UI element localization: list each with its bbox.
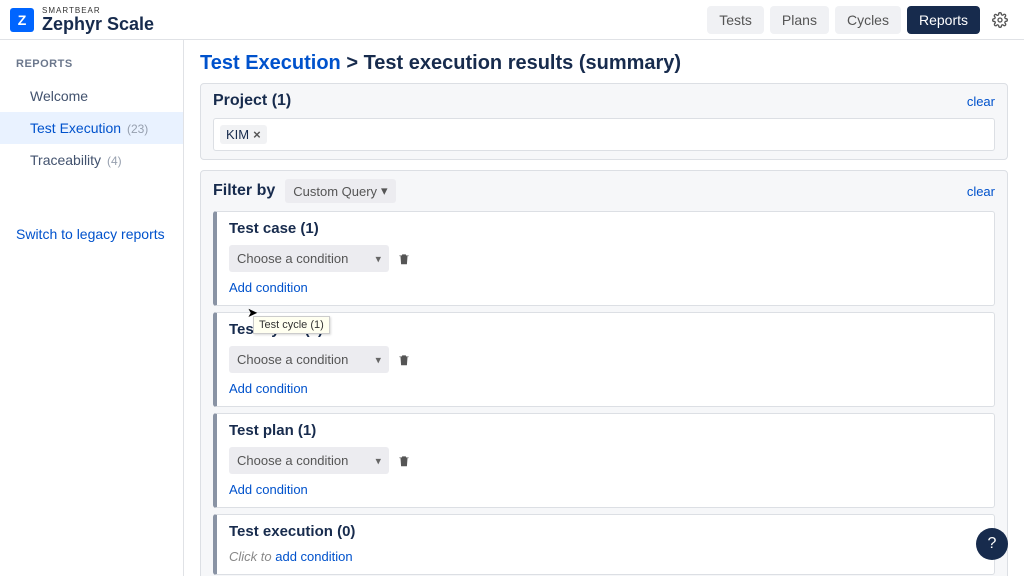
sidebar-item-label: Test Execution [30, 120, 121, 136]
add-condition-link[interactable]: add condition [275, 549, 352, 564]
delete-condition-button[interactable] [397, 353, 411, 367]
sidebar-title: REPORTS [0, 58, 183, 80]
gear-icon [992, 12, 1008, 28]
brand-logo-icon: Z [10, 8, 34, 32]
sidebar-item-count: (23) [127, 122, 148, 136]
breadcrumb: Test Execution > Test execution results … [200, 52, 1008, 75]
sidebar-item-label: Welcome [30, 88, 88, 104]
section-title: Test case (1) [229, 220, 982, 237]
condition-select[interactable]: Choose a condition [229, 447, 389, 474]
click-to-text: Click to [229, 549, 275, 564]
filter-section-test-case: Test case (1) Choose a condition [213, 211, 995, 306]
project-chip-input[interactable]: KIM × [213, 118, 995, 151]
project-clear-link[interactable]: clear [967, 94, 995, 109]
section-title: Test cycle (1) [229, 321, 982, 338]
breadcrumb-parent[interactable]: Test Execution [200, 52, 341, 74]
nav-reports[interactable]: Reports [907, 6, 980, 34]
cursor-icon: ➤ [247, 305, 258, 321]
filter-panel-title: Filter by [213, 182, 275, 200]
help-button[interactable]: ? [976, 528, 1008, 560]
add-condition-link[interactable]: Add condition [229, 280, 308, 295]
brand: Z SMARTBEAR Zephyr Scale [10, 7, 154, 33]
filter-mode-label: Custom Query [293, 184, 377, 199]
sidebar-item-count: (4) [107, 154, 122, 168]
tooltip: Test cycle (1) [253, 316, 330, 334]
breadcrumb-sep: > [341, 52, 364, 74]
chip-remove-icon[interactable]: × [253, 127, 261, 142]
delete-condition-button[interactable] [397, 252, 411, 266]
breadcrumb-current: Test execution results (summary) [364, 52, 682, 74]
section-title: Test plan (1) [229, 422, 982, 439]
project-chip: KIM × [220, 125, 267, 144]
help-icon: ? [988, 535, 997, 553]
settings-button[interactable] [986, 6, 1014, 34]
add-condition-link[interactable]: Add condition [229, 482, 308, 497]
main-content: Test Execution > Test execution results … [184, 40, 1024, 576]
filter-mode-select[interactable]: Custom Query ▾ [285, 179, 395, 203]
sidebar: REPORTS Welcome Test Execution (23) Trac… [0, 40, 184, 576]
chip-label: KIM [226, 127, 249, 142]
legacy-reports-link[interactable]: Switch to legacy reports [0, 216, 183, 252]
sidebar-item-label: Traceability [30, 152, 101, 168]
filter-section-test-cycle: Test cycle (1) ➤ Test cycle (1) Choose a… [213, 312, 995, 407]
trash-icon [397, 454, 411, 468]
nav-cycles[interactable]: Cycles [835, 6, 901, 34]
condition-select[interactable]: Choose a condition [229, 245, 389, 272]
filter-section-test-execution: Test execution (0) Click to add conditio… [213, 514, 995, 575]
add-condition-link[interactable]: Add condition [229, 381, 308, 396]
nav-plans[interactable]: Plans [770, 6, 829, 34]
project-panel-title: Project (1) [213, 92, 291, 110]
trash-icon [397, 353, 411, 367]
section-title: Test execution (0) [229, 523, 982, 540]
nav-tests[interactable]: Tests [707, 6, 764, 34]
delete-condition-button[interactable] [397, 454, 411, 468]
top-nav: Tests Plans Cycles Reports [707, 6, 1014, 34]
trash-icon [397, 252, 411, 266]
filter-panel: Filter by Custom Query ▾ clear Test case… [200, 170, 1008, 576]
condition-select[interactable]: Choose a condition [229, 346, 389, 373]
sidebar-item-welcome[interactable]: Welcome [0, 80, 183, 112]
top-bar: Z SMARTBEAR Zephyr Scale Tests Plans Cyc… [0, 0, 1024, 40]
project-panel: Project (1) clear KIM × [200, 83, 1008, 160]
brand-name: Zephyr Scale [42, 15, 154, 33]
chevron-down-icon: ▾ [381, 183, 388, 199]
sidebar-item-traceability[interactable]: Traceability (4) [0, 144, 183, 176]
filter-section-test-plan: Test plan (1) Choose a condition [213, 413, 995, 508]
sidebar-item-test-execution[interactable]: Test Execution (23) [0, 112, 183, 144]
filter-clear-link[interactable]: clear [967, 184, 995, 199]
